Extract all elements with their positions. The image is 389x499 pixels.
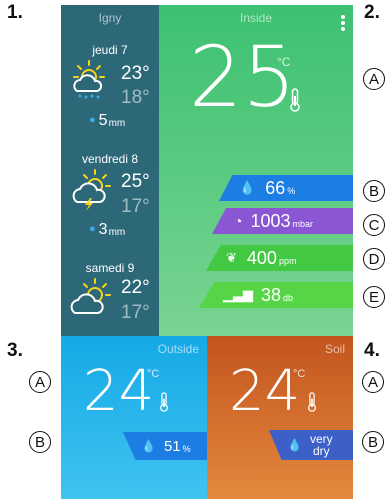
humidity-unit: % (287, 186, 296, 196)
rain-value: 3 (98, 221, 108, 238)
forecast-low: 18° (121, 87, 150, 108)
noise-value: 38 (261, 284, 282, 305)
sun-cloud-storm-icon (69, 168, 113, 212)
pressure-value: 1003 (250, 210, 291, 231)
forecast-day-label: vendredi 8 (81, 152, 139, 166)
section-number-4: 4. (364, 340, 380, 361)
co2-value: 400 (246, 247, 277, 268)
inside-temperature: 25 (189, 28, 296, 126)
forecast-day-label: jeudi 7 (92, 43, 128, 57)
soil-moisture-badge: 💧 very dry (269, 430, 353, 460)
sun-cloud-rain-icon (69, 59, 109, 101)
callout-b-outside: B (29, 431, 51, 453)
forecast-high: 22° (121, 277, 150, 298)
rain-value: 5 (98, 112, 108, 129)
callout-a-soil: A (362, 371, 384, 393)
callout-a-outside: A (29, 371, 51, 393)
callout-c-inside: C (363, 214, 385, 236)
callout-b-soil: B (362, 431, 384, 453)
co2-unit: ppm (278, 256, 297, 266)
pressure-badge: ◔ 1003 mbar (212, 208, 353, 234)
humidity-icon: 💧 (141, 439, 156, 453)
noise-unit: db (283, 293, 294, 303)
callout-e-inside: E (363, 286, 385, 308)
forecast-low: 17° (121, 302, 150, 323)
drop-icon: ● (89, 114, 96, 126)
humidity-badge: 💧 66% (219, 175, 353, 201)
humidity-icon: 💧 (287, 438, 302, 452)
noise-badge: ▁▃▆ 38 db (199, 282, 353, 308)
humidity-value: 66 (265, 177, 286, 198)
rain-unit: mm (108, 118, 126, 129)
soil-moisture-value: very dry (310, 433, 333, 457)
outside-humidity-badge: 💧 51% (123, 432, 207, 460)
co2-badge: ❦ 400 ppm (206, 245, 353, 271)
soil-title: Soil (324, 342, 345, 356)
pressure-unit: mbar (292, 219, 314, 229)
callout-d-inside: D (363, 248, 385, 270)
thermometer-icon (307, 392, 317, 412)
soil-temp-unit: °C (293, 368, 306, 380)
inside-panel[interactable]: Inside 25 °C 💧 66% ◔ 1003 mbar ❦ 400 ppm ▁… (159, 5, 353, 336)
outside-humidity-unit: % (182, 444, 191, 454)
drop-icon: ● (89, 223, 96, 235)
section-number-3: 3. (7, 340, 23, 361)
overflow-menu-icon[interactable] (341, 15, 345, 31)
forecast-panel[interactable]: Igny jeudi 7 23° 18° ● 5 mm vendredi 8 2… (61, 5, 159, 336)
outside-temperature: 24 (83, 359, 155, 424)
section-number-2: 2. (364, 2, 380, 23)
forecast-rain: ● 5 mm (89, 112, 125, 130)
outside-humidity-value: 51 (163, 437, 181, 455)
bar-chart-icon: ▁▃▆ (223, 287, 253, 302)
inside-temp-unit: °C (277, 55, 291, 69)
leaf-icon: ❦ (226, 250, 237, 265)
thermometer-icon (289, 88, 301, 112)
forecast-location: Igny (98, 11, 122, 25)
humidity-icon: 💧 (239, 180, 256, 195)
gauge-icon: ◔ (234, 213, 243, 229)
outside-panel[interactable]: Outside 24 °C 💧 51% (61, 336, 207, 499)
inside-title: Inside (239, 11, 273, 25)
forecast-day-label: samedi 9 (85, 261, 135, 275)
screen: 1. 2. 3. 4. A B C D E A B A B Igny jeudi… (0, 0, 389, 499)
callout-b-inside: B (363, 180, 385, 202)
sun-cloud-icon (67, 277, 113, 317)
forecast-high: 23° (121, 63, 150, 84)
soil-panel[interactable]: Soil 24 °C 💧 very dry (207, 336, 353, 499)
outside-title: Outside (157, 342, 199, 356)
thermometer-icon (159, 392, 169, 412)
soil-moisture-line: dry (312, 444, 330, 458)
callout-a-inside: A (363, 68, 385, 90)
soil-temperature: 24 (229, 359, 301, 424)
outside-temp-unit: °C (147, 368, 160, 380)
rain-unit: mm (108, 227, 126, 238)
forecast-rain: ● 3 mm (89, 221, 125, 239)
forecast-low: 17° (121, 196, 150, 217)
forecast-high: 25° (121, 171, 150, 192)
section-number-1: 1. (7, 2, 23, 23)
